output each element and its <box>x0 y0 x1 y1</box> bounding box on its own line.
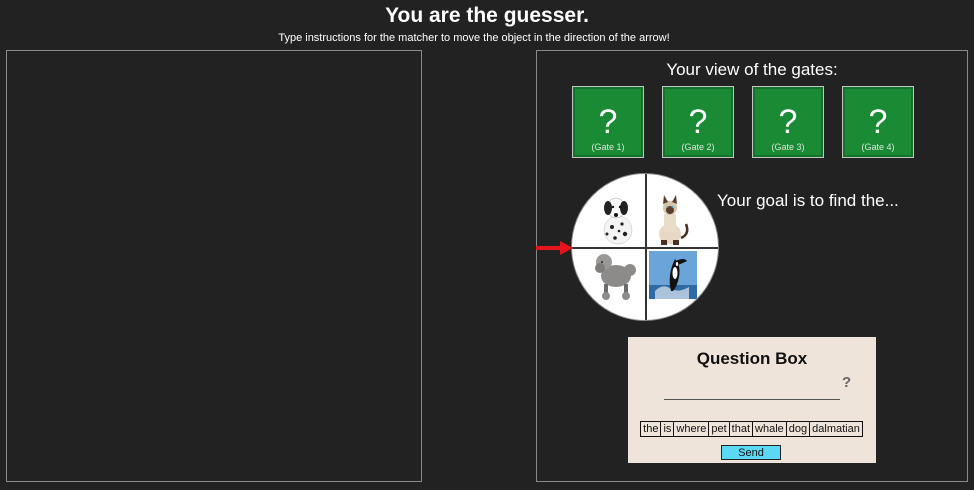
gate-1[interactable]: ? (Gate 1) <box>572 86 644 158</box>
goal-text: Your goal is to find the... <box>717 191 899 210</box>
direction-arrow-icon <box>536 241 573 255</box>
page-instructions: Type instructions for the matcher to mov… <box>278 32 670 44</box>
wheel-divider-horizontal <box>572 247 718 249</box>
word-chip[interactable]: the <box>640 421 662 437</box>
word-chip[interactable]: where <box>673 421 710 437</box>
send-button[interactable]: Send <box>721 445 781 460</box>
question-box: Question Box ? the is where pet that wha… <box>628 337 876 463</box>
matcher-view-panel <box>6 50 422 482</box>
word-chip[interactable]: is <box>660 421 675 437</box>
help-icon[interactable]: ? <box>842 374 851 391</box>
gate-question-mark: ? <box>688 103 708 141</box>
question-input-line[interactable] <box>664 399 840 400</box>
gate-label: (Gate 1) <box>591 142 625 152</box>
word-chip[interactable]: pet <box>708 421 730 437</box>
poodle-image <box>595 254 636 300</box>
word-chip[interactable]: whale <box>752 421 787 437</box>
orca-whale-image <box>649 251 697 299</box>
gate-question-mark: ? <box>778 103 798 141</box>
word-chip[interactable]: that <box>728 421 754 437</box>
gate-question-mark: ? <box>868 103 888 141</box>
gate-label: (Gate 3) <box>771 142 805 152</box>
gate-3[interactable]: ? (Gate 3) <box>752 86 824 158</box>
word-bank: the is where pet that whale dog dalmatia… <box>630 421 874 437</box>
gate-question-mark: ? <box>598 103 618 141</box>
word-chip[interactable]: dog <box>785 421 811 437</box>
page-title: You are the guesser. <box>385 4 589 27</box>
word-chip[interactable]: dalmatian <box>809 421 863 437</box>
gate-label: (Gate 2) <box>681 142 715 152</box>
dalmatian-image <box>603 197 633 245</box>
question-box-title: Question Box <box>696 349 808 368</box>
gates-title: Your view of the gates: <box>666 60 838 79</box>
gate-2[interactable]: ? (Gate 2) <box>662 86 734 158</box>
gate-4[interactable]: ? (Gate 4) <box>842 86 914 158</box>
object-wheel[interactable] <box>571 173 719 321</box>
siamese-cat-image <box>659 195 689 245</box>
gate-label: (Gate 4) <box>861 142 895 152</box>
